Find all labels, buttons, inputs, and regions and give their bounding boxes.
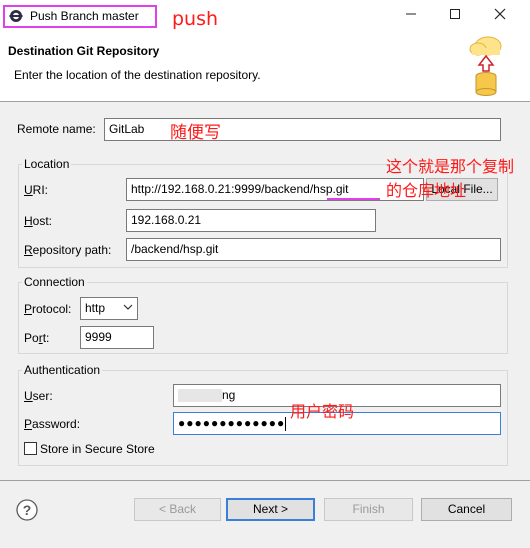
remote-name-label: Remote name: xyxy=(17,122,96,136)
cancel-button[interactable]: Cancel xyxy=(421,498,512,521)
close-icon[interactable] xyxy=(489,6,511,26)
svg-text:?: ? xyxy=(23,502,32,518)
eclipse-app-icon xyxy=(9,9,23,23)
protocol-value: http xyxy=(85,301,106,315)
next-button[interactable]: Next > xyxy=(226,498,315,521)
annotation-push: push xyxy=(172,8,219,30)
back-button-label: < Back xyxy=(158,502,197,516)
next-button-label: Next > xyxy=(252,502,288,516)
connection-group-title: Connection xyxy=(22,275,87,289)
remote-name-input[interactable]: GitLab xyxy=(104,118,501,141)
page-title: Destination Git Repository xyxy=(8,44,160,58)
host-label: Host: xyxy=(24,214,53,228)
authentication-group-title: Authentication xyxy=(22,363,103,377)
cloud-upload-database-icon xyxy=(466,34,506,98)
port-label: Port: xyxy=(24,331,50,345)
annotation-password: 用户密码 xyxy=(290,402,355,421)
host-input[interactable]: 192.168.0.21 xyxy=(126,209,376,232)
store-secure-checkbox[interactable] xyxy=(24,442,37,455)
annotation-remote-name: 随便写 xyxy=(170,123,221,143)
cancel-button-label: Cancel xyxy=(447,502,486,516)
location-group-title: Location xyxy=(22,157,72,171)
window-title: Push Branch master xyxy=(30,9,139,23)
uri-underline-highlight xyxy=(327,198,380,200)
uri-label: URI: xyxy=(24,183,49,197)
text-cursor xyxy=(285,416,287,431)
protocol-select[interactable]: http xyxy=(80,297,138,320)
finish-button-label: Finish xyxy=(352,502,385,516)
user-label: User: xyxy=(24,389,53,403)
redacted-username-block xyxy=(178,389,222,403)
annotation-uri: 这个就是那个复制的仓库地址 xyxy=(386,157,515,200)
minimize-icon[interactable] xyxy=(400,6,422,26)
help-icon[interactable]: ? xyxy=(16,499,38,524)
maximize-icon[interactable] xyxy=(444,6,466,26)
protocol-label: Protocol: xyxy=(24,302,72,316)
user-value: ng xyxy=(222,388,236,402)
store-secure-label: Store in Secure Store xyxy=(40,442,155,456)
repository-path-label: Repository path: xyxy=(24,243,112,257)
back-button[interactable]: < Back xyxy=(134,498,221,521)
chevron-down-icon xyxy=(123,301,133,316)
password-value: ●●●●●●●●●●●●● xyxy=(178,416,286,430)
repository-path-input[interactable]: /backend/hsp.git xyxy=(126,238,501,261)
password-label: Password: xyxy=(24,417,81,431)
port-input[interactable]: 9999 xyxy=(80,326,154,349)
page-description: Enter the location of the destination re… xyxy=(14,68,261,82)
finish-button[interactable]: Finish xyxy=(324,498,413,521)
